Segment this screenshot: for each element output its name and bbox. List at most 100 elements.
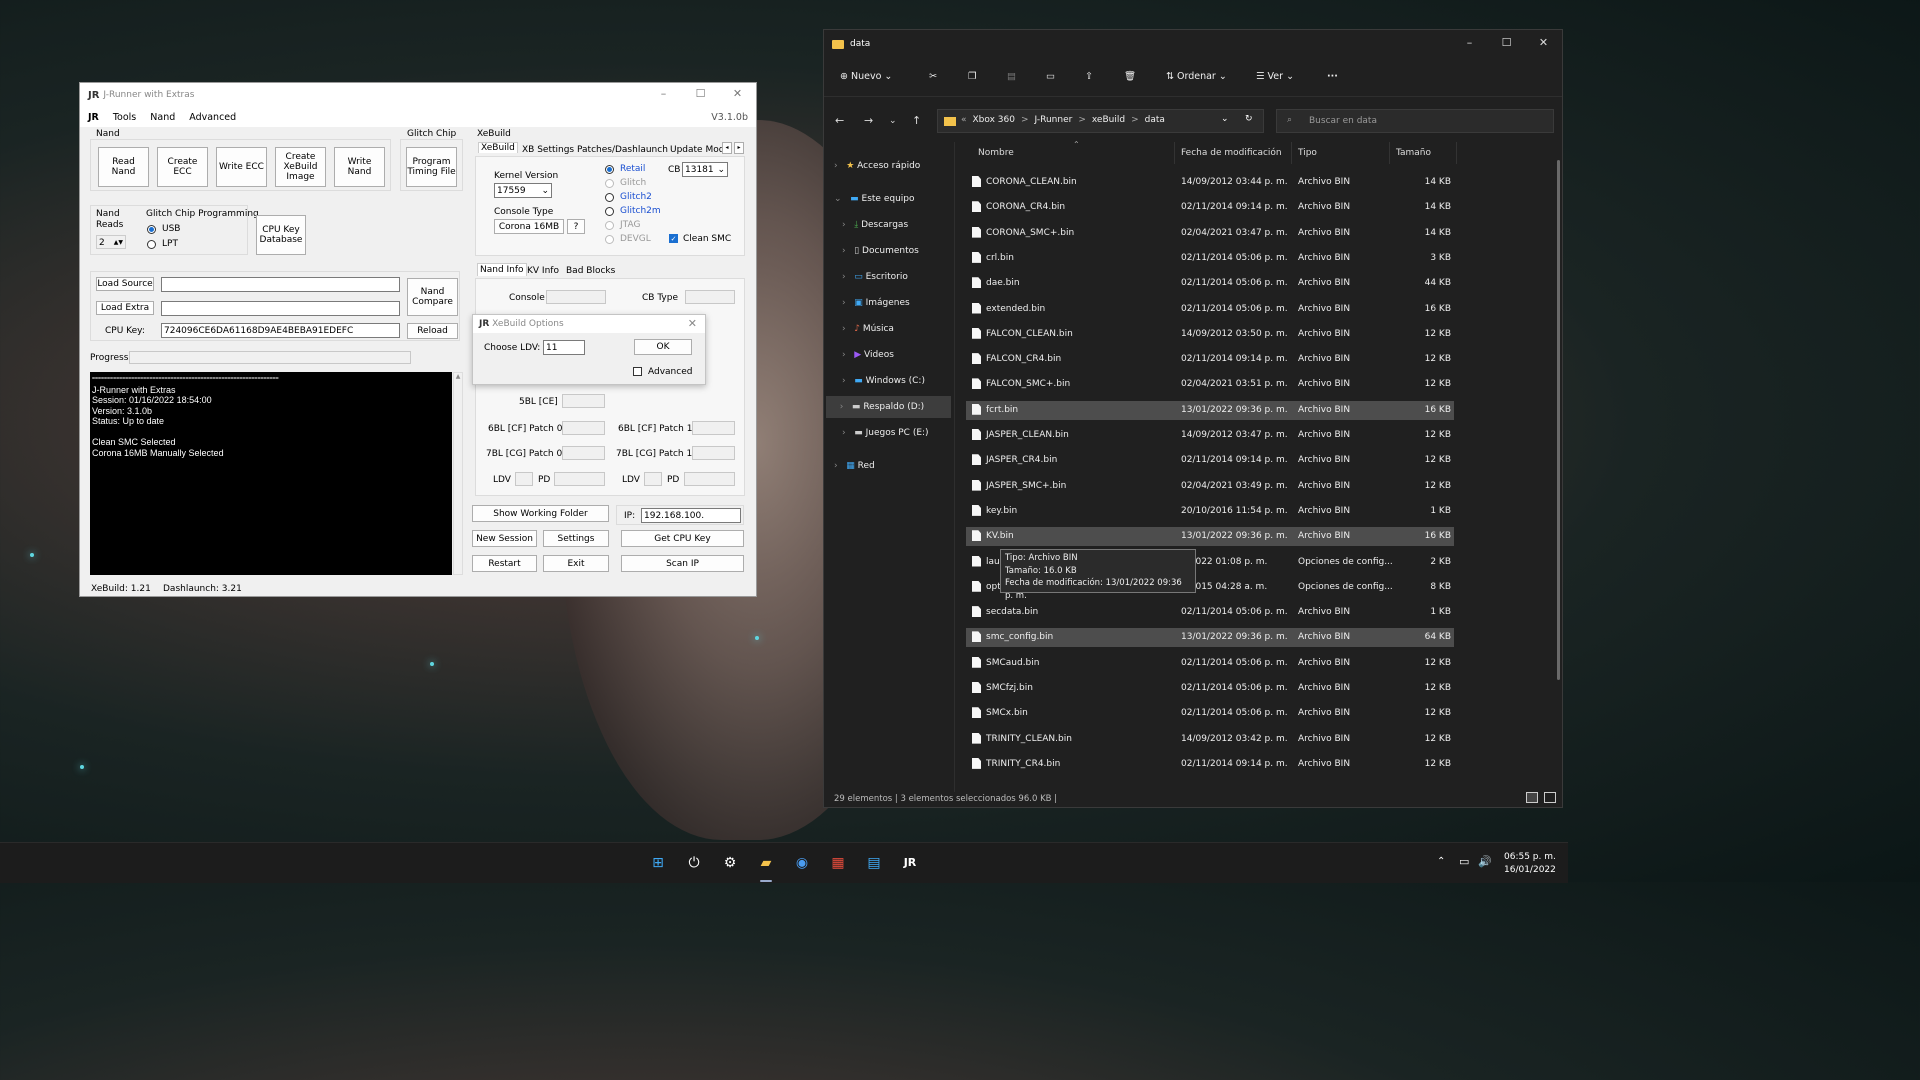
settings-button[interactable]: Settings bbox=[543, 530, 609, 547]
tray-chevron-icon[interactable]: ⌃ bbox=[1437, 856, 1445, 867]
details-view-icon[interactable] bbox=[1526, 792, 1538, 803]
sidebar-item-downloads[interactable]: › ⤓ Descargas bbox=[842, 214, 908, 236]
clean-smc-checkbox[interactable]: ✓ bbox=[669, 234, 678, 243]
file-row[interactable]: CORONA_CR4.bin 02/11/2014 09:14 p. m. Arch… bbox=[966, 198, 1454, 217]
cut-icon[interactable]: ✂ bbox=[929, 71, 937, 82]
paste-icon[interactable]: ▤ bbox=[1007, 71, 1016, 82]
file-row[interactable]: dae.bin 02/11/2014 05:06 p. m. Archivo BIN… bbox=[966, 274, 1454, 293]
tab-bad-blocks[interactable]: Bad Blocks bbox=[566, 266, 615, 276]
load-source-input[interactable] bbox=[161, 277, 400, 292]
file-row[interactable]: secdata.bin 02/11/2014 05:06 p. m. Archivo… bbox=[966, 603, 1454, 622]
tab-update-mode[interactable]: Update Mode bbox=[670, 145, 722, 155]
dialog-titlebar[interactable]: JR XeBuild Options ✕ bbox=[473, 315, 705, 333]
view-button[interactable]: ☰ Ver ⌄ bbox=[1256, 71, 1294, 82]
sidebar-item-this-pc[interactable]: ⌄ ▬ Este equipo bbox=[834, 188, 915, 210]
scan-ip-button[interactable]: Scan IP bbox=[621, 555, 744, 572]
up-arrow-icon[interactable]: ↑ bbox=[912, 114, 921, 127]
nand-reads-stepper[interactable]: 2 ▲▼ bbox=[96, 235, 126, 249]
program-timing-file-button[interactable]: Program Timing File bbox=[406, 147, 457, 187]
column-date[interactable]: Fecha de modificación bbox=[1181, 148, 1282, 158]
load-extra-button[interactable]: Load Extra bbox=[96, 301, 154, 315]
rename-icon[interactable]: ▭ bbox=[1046, 71, 1055, 82]
menu-tools[interactable]: Tools bbox=[113, 112, 136, 123]
ip-input[interactable]: 192.168.100. bbox=[641, 508, 741, 523]
log-console[interactable]: ========================================… bbox=[90, 372, 452, 575]
file-row[interactable]: KV.bin 13/01/2022 09:36 p. m. Archivo BIN 1… bbox=[966, 527, 1454, 547]
explorer-maximize-button[interactable]: ☐ bbox=[1488, 30, 1525, 56]
notepad-icon[interactable]: ▤ bbox=[864, 853, 884, 873]
settings-icon[interactable]: ⚙ bbox=[720, 853, 740, 873]
sidebar-item-videos[interactable]: › ▶ Videos bbox=[842, 344, 894, 366]
back-arrow-icon[interactable]: ← bbox=[835, 114, 844, 127]
new-button[interactable]: ⊕ Nuevo ⌄ bbox=[840, 71, 892, 82]
breadcrumb-item[interactable]: Xbox 360 bbox=[973, 115, 1015, 125]
file-row[interactable]: CORONA_CLEAN.bin 14/09/2012 03:44 p. m. Ar… bbox=[966, 173, 1454, 192]
file-row[interactable]: SMCaud.bin 02/11/2014 05:06 p. m. Archivo … bbox=[966, 654, 1454, 673]
file-row[interactable]: crl.bin 02/11/2014 05:06 p. m. Archivo BIN… bbox=[966, 249, 1454, 268]
file-row[interactable]: TRINITY_CR4.bin 02/11/2014 09:14 p. m. Arc… bbox=[966, 755, 1454, 774]
file-row[interactable]: JASPER_CR4.bin 02/11/2014 09:14 p. m. Arch… bbox=[966, 451, 1454, 470]
sidebar-item-network[interactable]: › ▦ Red bbox=[834, 455, 875, 477]
ldv-input[interactable]: 11 bbox=[543, 340, 585, 355]
address-dropdown-icon[interactable]: ⌄ bbox=[1221, 114, 1229, 124]
glitch2-radio[interactable] bbox=[605, 193, 614, 202]
restart-button[interactable]: Restart bbox=[472, 555, 537, 572]
file-row[interactable]: JASPER_SMC+.bin 02/04/2021 03:49 p. m. Arc… bbox=[966, 477, 1454, 496]
tab-scroll-left[interactable]: ◂ bbox=[722, 142, 732, 154]
minimize-button[interactable]: – bbox=[645, 83, 682, 107]
sidebar-item-quick-access[interactable]: › ★ Acceso rápido bbox=[834, 155, 920, 177]
tiles-view-icon[interactable] bbox=[1544, 792, 1556, 803]
lpt-radio[interactable] bbox=[147, 240, 156, 249]
tab-xebuild[interactable]: XeBuild bbox=[478, 142, 518, 153]
forward-arrow-icon[interactable]: → bbox=[864, 114, 873, 127]
tab-nand-info[interactable]: Nand Info bbox=[477, 263, 527, 276]
cpu-key-database-button[interactable]: CPU Key Database bbox=[256, 215, 306, 255]
start-icon[interactable]: ⊞ bbox=[648, 853, 668, 873]
delete-icon[interactable]: 🗑 bbox=[1124, 71, 1136, 82]
tab-scroll-right[interactable]: ▸ bbox=[734, 142, 744, 154]
file-row[interactable]: JASPER_CLEAN.bin 14/09/2012 03:47 p. m. Ar… bbox=[966, 426, 1454, 445]
jrunner-taskbar-icon[interactable]: JR bbox=[900, 853, 920, 873]
clock-time[interactable]: 06:55 p. m. bbox=[1504, 852, 1556, 862]
nand-compare-button[interactable]: Nand Compare bbox=[407, 278, 458, 316]
address-bar[interactable]: « Xbox 360 > J-Runner > xeBuild > data ⌄ ↻ bbox=[937, 109, 1264, 133]
sidebar-item-drive-c[interactable]: › ▬ Windows (C:) bbox=[842, 370, 925, 392]
file-row[interactable]: extended.bin 02/11/2014 05:06 p. m. Archiv… bbox=[966, 300, 1454, 319]
file-row[interactable]: key.bin 20/10/2016 11:54 p. m. Archivo BIN… bbox=[966, 502, 1454, 521]
tab-kv-info[interactable]: KV Info bbox=[527, 266, 559, 276]
close-button[interactable]: ✕ bbox=[719, 83, 756, 107]
sort-button[interactable]: ⇅ Ordenar ⌄ bbox=[1166, 71, 1227, 82]
load-source-button[interactable]: Load Source bbox=[96, 277, 154, 291]
copy-icon[interactable]: ❐ bbox=[968, 71, 977, 82]
file-row[interactable]: FALCON_SMC+.bin 02/04/2021 03:51 p. m. Arc… bbox=[966, 375, 1454, 394]
dialog-close-icon[interactable]: ✕ bbox=[688, 315, 697, 333]
file-list-scrollbar[interactable] bbox=[1557, 160, 1560, 680]
create-xebuild-image-button[interactable]: Create XeBuild Image bbox=[275, 147, 326, 187]
advanced-checkbox[interactable] bbox=[633, 367, 642, 376]
recent-chevron-icon[interactable]: ⌄ bbox=[889, 116, 897, 126]
file-row[interactable]: FALCON_CR4.bin 02/11/2014 09:14 p. m. Arch… bbox=[966, 350, 1454, 369]
sidebar-item-desktop[interactable]: › ▭ Escritorio bbox=[842, 266, 908, 288]
file-row[interactable]: CORONA_SMC+.bin 02/04/2021 03:47 p. m. Arc… bbox=[966, 224, 1454, 243]
jrunner-titlebar[interactable]: JR J-Runner with Extras – ☐ ✕ bbox=[80, 83, 756, 107]
search-input[interactable]: ⌕ Buscar en data bbox=[1276, 109, 1554, 133]
file-row[interactable]: SMCfzj.bin 02/11/2014 05:06 p. m. Archivo … bbox=[966, 679, 1454, 698]
file-row[interactable]: SMCx.bin 02/11/2014 05:06 p. m. Archivo BI… bbox=[966, 704, 1454, 723]
jtag-radio[interactable] bbox=[605, 221, 614, 230]
maximize-button[interactable]: ☐ bbox=[682, 83, 719, 107]
column-size[interactable]: Tamaño bbox=[1396, 148, 1431, 158]
kernel-version-select[interactable]: 17559 ⌄ bbox=[494, 183, 552, 198]
read-nand-button[interactable]: Read Nand bbox=[98, 147, 149, 187]
column-type[interactable]: Tipo bbox=[1298, 148, 1317, 158]
refresh-icon[interactable]: ↻ bbox=[1245, 114, 1253, 124]
create-ecc-button[interactable]: Create ECC bbox=[157, 147, 208, 187]
breadcrumb[interactable]: « Xbox 360 > J-Runner > xeBuild > data bbox=[961, 115, 1171, 125]
menu-advanced[interactable]: Advanced bbox=[189, 112, 236, 123]
usb-radio[interactable] bbox=[147, 225, 156, 234]
console-scrollbar[interactable]: ▲ bbox=[453, 372, 463, 575]
breadcrumb-item[interactable]: « bbox=[961, 115, 967, 125]
breadcrumb-item[interactable]: J-Runner bbox=[1035, 115, 1073, 125]
tab-patches-dashlaunch[interactable]: Patches/Dashlaunch bbox=[577, 145, 668, 155]
devgl-radio[interactable] bbox=[605, 235, 614, 244]
column-name[interactable]: Nombre bbox=[978, 148, 1014, 158]
